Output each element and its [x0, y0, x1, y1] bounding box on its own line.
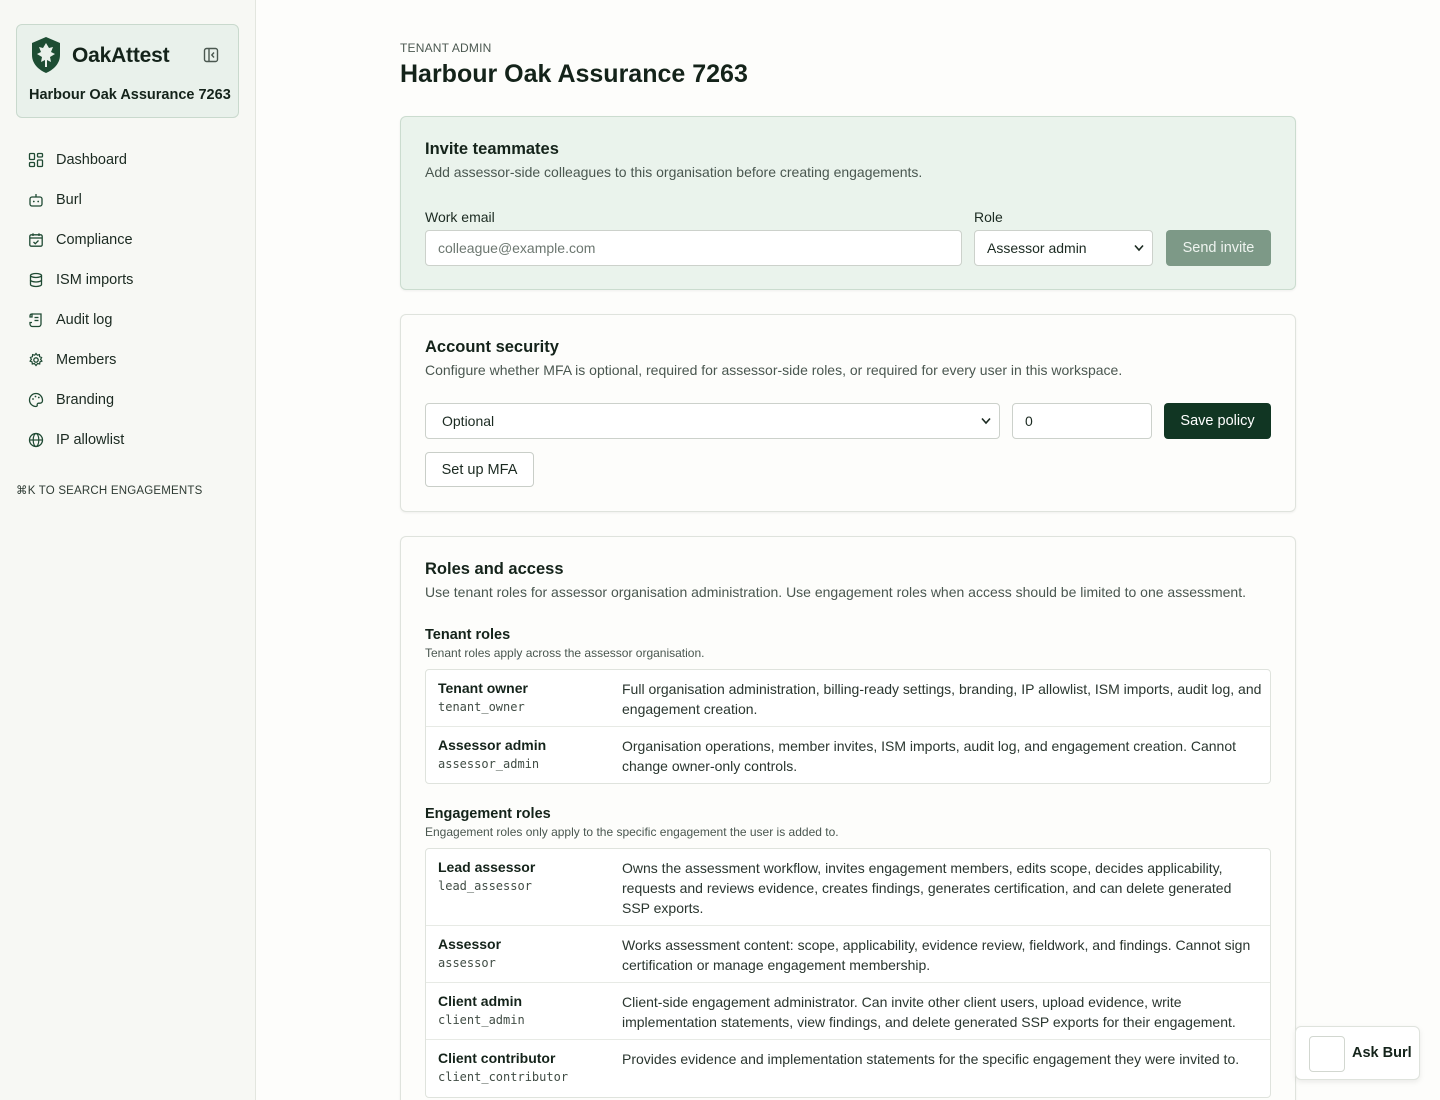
invite-title: Invite teammates: [425, 140, 559, 158]
sidebar-item-label: Audit log: [56, 312, 113, 328]
set-up-mfa-button[interactable]: Set up MFA: [425, 452, 534, 487]
role-key: tenant_owner: [438, 700, 525, 714]
search-shortcut-hint[interactable]: ⌘K TO SEARCH ENGAGEMENTS: [16, 483, 203, 497]
dashboard-icon: [28, 152, 44, 168]
role-key: assessor_admin: [438, 757, 540, 771]
mfa-policy-select[interactable]: Optional: [425, 403, 1000, 439]
role-description: Organisation operations, member invites,…: [622, 738, 1236, 774]
brand-card: OakAttest Harbour Oak Assurance 7263: [16, 24, 239, 118]
chevron-down-icon: [1134, 244, 1144, 252]
oak-shield-logo-icon: [32, 37, 60, 73]
send-invite-button[interactable]: Send invite: [1166, 230, 1271, 266]
role-description: Works assessment content: scope, applica…: [622, 937, 1251, 973]
sidebar-item-audit-log[interactable]: Audit log: [16, 300, 239, 340]
engagement-roles-subheading: Engagement roles only apply to the speci…: [425, 825, 839, 839]
role-key: lead_assessor: [438, 879, 532, 893]
role-key: client_admin: [438, 1013, 525, 1027]
sidebar-item-label: Branding: [56, 392, 115, 408]
role-name: Assessor admin: [438, 737, 547, 753]
roles-description: Use tenant roles for assessor organisati…: [425, 584, 1246, 600]
save-policy-button[interactable]: Save policy: [1164, 403, 1271, 439]
ask-burl-label: Ask Burl: [1352, 1045, 1412, 1061]
table-row: Assessor admin assessor_admin Organisati…: [426, 727, 1270, 783]
app-name: OakAttest: [72, 44, 170, 67]
role-key: assessor: [438, 956, 496, 970]
sidebar-item-label: ISM imports: [56, 272, 134, 288]
work-email-input[interactable]: [425, 230, 962, 266]
tenant-name: Harbour Oak Assurance 7263: [29, 87, 231, 103]
role-name: Client contributor: [438, 1050, 556, 1066]
page-title: Harbour Oak Assurance 7263: [400, 60, 748, 88]
tenant-roles-heading: Tenant roles: [425, 627, 511, 643]
calendar-check-icon: [29, 233, 43, 247]
role-select-value: Assessor admin: [987, 240, 1087, 256]
page-eyebrow: TENANT ADMIN: [400, 41, 492, 55]
tenant-roles-subheading: Tenant roles apply across the assessor o…: [425, 646, 705, 660]
table-row: Assessor assessor Works assessment conte…: [426, 926, 1270, 983]
sidebar-item-members[interactable]: Members: [16, 340, 239, 380]
role-description: Full organisation administration, billin…: [622, 681, 1262, 717]
security-description: Configure whether MFA is optional, requi…: [425, 362, 1123, 378]
sidebar-item-ism-imports[interactable]: ISM imports: [16, 260, 239, 300]
role-name: Assessor: [438, 936, 502, 952]
sidebar-item-label: Burl: [56, 192, 82, 208]
sidebar-item-ip-allowlist[interactable]: IP allowlist: [16, 420, 239, 460]
sidebar-item-branding[interactable]: Branding: [16, 380, 239, 420]
sidebar-item-label: Compliance: [56, 232, 133, 248]
role-description: Provides evidence and implementation sta…: [622, 1051, 1240, 1067]
sidebar-item-compliance[interactable]: Compliance: [16, 220, 239, 260]
role-select[interactable]: Assessor admin: [974, 230, 1153, 266]
security-title: Account security: [425, 338, 559, 356]
role-key: client_contributor: [438, 1070, 569, 1084]
gear-icon: [29, 352, 43, 367]
chevron-down-icon: [981, 417, 991, 425]
tenant-roles-table: Tenant owner tenant_owner Full organisat…: [425, 669, 1271, 784]
role-name: Tenant owner: [438, 680, 528, 696]
sidebar-item-label: Dashboard: [56, 152, 127, 168]
palette-icon: [28, 392, 44, 408]
table-row: Client admin client_admin Client-side en…: [426, 983, 1270, 1040]
roles-access-card: Roles and access Use tenant roles for as…: [400, 536, 1296, 1100]
table-row: Client contributor client_contributor Pr…: [426, 1040, 1270, 1097]
email-label: Work email: [425, 209, 495, 225]
grace-period-input[interactable]: 0: [1012, 403, 1152, 439]
table-row: Lead assessor lead_assessor Owns the ass…: [426, 849, 1270, 926]
burl-avatar: [1309, 1036, 1345, 1072]
scroll-icon: [29, 313, 42, 328]
grace-period-value: 0: [1025, 413, 1033, 429]
role-description: Client-side engagement administrator. Ca…: [622, 994, 1236, 1030]
engagement-roles-heading: Engagement roles: [425, 806, 551, 822]
bot-icon: [29, 194, 43, 207]
sidebar-item-burl[interactable]: Burl: [16, 180, 239, 220]
roles-title: Roles and access: [425, 560, 564, 578]
globe-icon: [28, 432, 44, 448]
sidebar-item-label: Members: [56, 352, 117, 368]
collapse-sidebar-icon[interactable]: [203, 47, 219, 63]
role-label: Role: [974, 209, 1003, 225]
table-row: Tenant owner tenant_owner Full organisat…: [426, 670, 1270, 727]
mfa-policy-value: Optional: [442, 413, 495, 429]
engagement-roles-table: Lead assessor lead_assessor Owns the ass…: [425, 848, 1271, 1098]
sidebar: OakAttest Harbour Oak Assurance 7263 Das…: [0, 0, 256, 1100]
sidebar-item-dashboard[interactable]: Dashboard: [16, 140, 239, 180]
sidebar-nav: Dashboard Burl Compliance ISM imports Au…: [16, 140, 239, 460]
account-security-card: Account security Configure whether MFA i…: [400, 314, 1296, 512]
invite-description: Add assessor-side colleagues to this org…: [425, 164, 923, 180]
role-description: Owns the assessment workflow, invites en…: [622, 860, 1232, 916]
sidebar-item-label: IP allowlist: [56, 432, 125, 448]
database-icon: [29, 272, 43, 288]
ask-burl-button[interactable]: Ask Burl: [1295, 1026, 1420, 1080]
invite-teammates-card: Invite teammates Add assessor-side colle…: [400, 116, 1296, 290]
role-name: Client admin: [438, 993, 523, 1009]
role-name: Lead assessor: [438, 859, 536, 875]
